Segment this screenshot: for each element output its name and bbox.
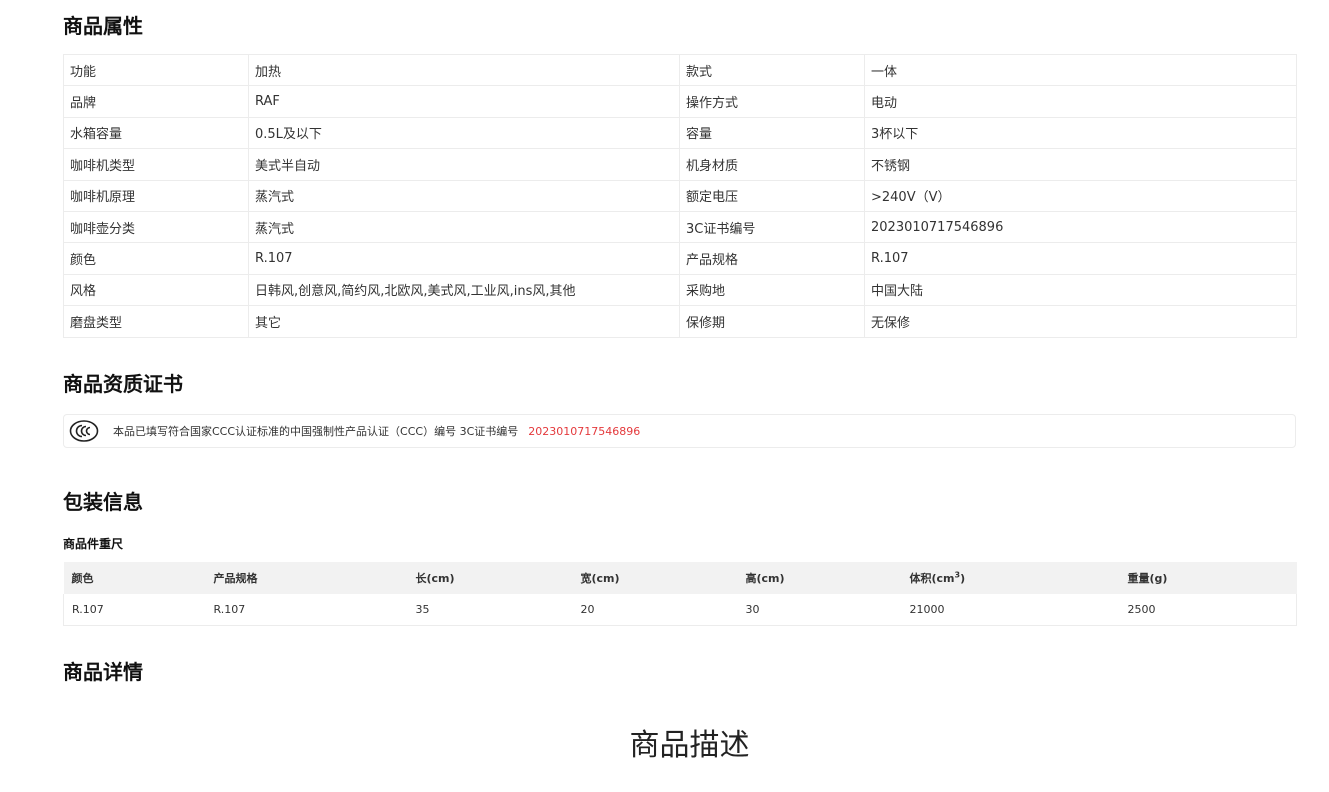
cell-volume: 21000 <box>901 594 1120 626</box>
attribute-key: 采购地 <box>679 273 865 307</box>
attribute-value: 美式半自动 <box>248 148 680 181</box>
cell-spec: R.107 <box>205 594 408 626</box>
attribute-key: 咖啡机原理 <box>63 179 249 212</box>
attribute-key: 品牌 <box>63 85 249 118</box>
attribute-key: 3C证书编号 <box>679 210 865 244</box>
header-length: 长(cm) <box>407 562 573 594</box>
attribute-key: 风格 <box>63 273 249 307</box>
attribute-key: 产品规格 <box>679 242 865 275</box>
packaging-table: 颜色 产品规格 长(cm) 宽(cm) 高(cm) 体积(cm3) 重量(g) … <box>63 562 1297 626</box>
attribute-key: 咖啡壶分类 <box>63 210 249 244</box>
attribute-key: 容量 <box>679 116 865 150</box>
attribute-key: 颜色 <box>63 242 249 275</box>
attribute-row: 品牌 RAF 操作方式 电动 <box>63 85 1297 118</box>
attribute-key: 磨盘类型 <box>63 305 249 338</box>
attribute-value: 不锈钢 <box>864 148 1297 181</box>
attribute-row: 咖啡机原理 蒸汽式 额定电压 >240V（V） <box>63 179 1297 212</box>
attribute-row: 咖啡壶分类 蒸汽式 3C证书编号 2023010717546896 <box>63 210 1297 244</box>
attribute-value: 无保修 <box>864 305 1297 338</box>
attribute-row: 颜色 R.107 产品规格 R.107 <box>63 242 1297 275</box>
attribute-row: 水箱容量 0.5L及以下 容量 3杯以下 <box>63 116 1297 150</box>
attribute-value: 蒸汽式 <box>248 210 680 244</box>
ccc-mark-icon <box>69 420 99 442</box>
attribute-key: 功能 <box>63 53 249 87</box>
attribute-value: 中国大陆 <box>864 273 1297 307</box>
attribute-value: R.107 <box>248 242 680 275</box>
packaging-subtitle: 商品件重尺 <box>63 537 124 551</box>
header-volume: 体积(cm3) <box>901 562 1120 594</box>
attribute-value: 日韩风,创意风,简约风,北欧风,美式风,工业风,ins风,其他 <box>248 273 680 307</box>
attribute-value: R.107 <box>864 242 1297 275</box>
cell-width: 20 <box>572 594 738 626</box>
certificate-number: 2023010717546896 <box>528 424 641 438</box>
attribute-key: 额定电压 <box>679 179 865 212</box>
cell-weight: 2500 <box>1119 594 1297 626</box>
certificate-title: 商品资质证书 <box>63 372 183 396</box>
attribute-value: 2023010717546896 <box>864 210 1297 244</box>
attribute-value: 其它 <box>248 305 680 338</box>
attribute-value: 电动 <box>864 85 1297 118</box>
attribute-value: 加热 <box>248 53 680 87</box>
header-height: 高(cm) <box>737 562 902 594</box>
attribute-key: 操作方式 <box>679 85 865 118</box>
attribute-value: 蒸汽式 <box>248 179 680 212</box>
product-description-heading: 商品描述 <box>629 728 750 763</box>
cell-height: 30 <box>737 594 902 626</box>
attribute-value: 0.5L及以下 <box>248 116 680 150</box>
header-width: 宽(cm) <box>572 562 738 594</box>
certificate-text: 本品已填写符合国家CCC认证标准的中国强制性产品认证（CCC）编号 3C证书编号 <box>113 425 519 438</box>
certificate-box: 本品已填写符合国家CCC认证标准的中国强制性产品认证（CCC）编号 3C证书编号… <box>63 414 1296 448</box>
attributes-title: 商品属性 <box>63 14 143 38</box>
attributes-table: 功能 加热 款式 一体 品牌 RAF 操作方式 电动 水箱容量 0.5L及以下 容量 3杯以下 咖啡机类… <box>63 53 1297 338</box>
header-color: 颜色 <box>63 562 206 594</box>
attribute-value: 一体 <box>864 53 1297 87</box>
details-title: 商品详情 <box>63 660 143 684</box>
attribute-key: 保修期 <box>679 305 865 338</box>
header-spec: 产品规格 <box>205 562 408 594</box>
attribute-key: 咖啡机类型 <box>63 148 249 181</box>
attribute-value: 3杯以下 <box>864 116 1297 150</box>
attribute-row: 咖啡机类型 美式半自动 机身材质 不锈钢 <box>63 148 1297 181</box>
attribute-row: 风格 日韩风,创意风,简约风,北欧风,美式风,工业风,ins风,其他 采购地 中国大陆 <box>63 273 1297 307</box>
attribute-row: 功能 加热 款式 一体 <box>63 53 1297 87</box>
attribute-key: 款式 <box>679 53 865 87</box>
attribute-key: 机身材质 <box>679 148 865 181</box>
table-row: R.107 R.107 35 20 30 21000 2500 <box>63 594 1297 626</box>
attribute-value: RAF <box>248 85 680 118</box>
packaging-title: 包装信息 <box>63 490 143 514</box>
attribute-value: >240V（V） <box>864 179 1297 212</box>
cell-color: R.107 <box>63 594 206 626</box>
attribute-row: 磨盘类型 其它 保修期 无保修 <box>63 305 1297 338</box>
cell-length: 35 <box>407 594 573 626</box>
attribute-key: 水箱容量 <box>63 116 249 150</box>
header-weight: 重量(g) <box>1119 562 1297 594</box>
